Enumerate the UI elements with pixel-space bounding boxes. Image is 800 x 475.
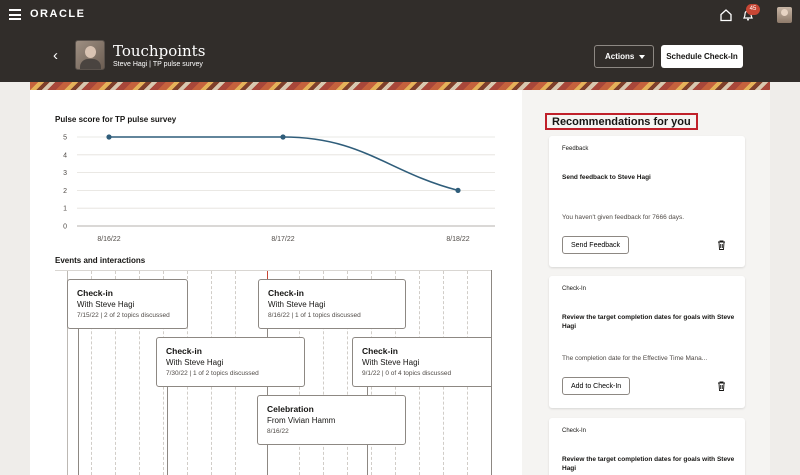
event-with: With Steve Hagi [362, 358, 420, 367]
data-point [106, 134, 112, 140]
page-header: ‹ Touchpoints Steve Hagi | TP pulse surv… [0, 30, 800, 82]
card-description: You haven't given feedback for 7666 days… [562, 214, 685, 221]
user-avatar[interactable] [777, 7, 792, 23]
events-title: Events and interactions [55, 256, 146, 265]
event-type: Check-in [268, 288, 304, 298]
caret-down-icon [639, 55, 645, 59]
y-tick-label: 0 [63, 224, 67, 231]
recommendations-title: Recommendations for you [545, 113, 698, 130]
top-bar: ORACLE 45 [0, 0, 800, 30]
series-line [109, 136, 459, 192]
y-tick-label: 1 [63, 206, 67, 213]
card-heading: Send feedback to Steve Hagi [562, 174, 651, 181]
pulse-score-chart: 0 1 2 3 4 5 8/16/22 8/17/22 8/18/22 [63, 134, 495, 243]
event-with: With Steve Hagi [77, 300, 135, 309]
trash-icon[interactable] [717, 240, 726, 250]
schedule-check-in-button[interactable]: Schedule Check-In [661, 45, 743, 68]
recommendation-card: Check-In Review the target completion da… [549, 276, 745, 408]
event-card[interactable]: Check-in With Steve Hagi 7/15/22 | 2 of … [67, 279, 188, 329]
event-detail: 9/1/22 | 0 of 4 topics discussed [362, 370, 452, 377]
event-with: With Steve Hagi [166, 358, 224, 367]
y-tick-label: 5 [63, 135, 67, 142]
back-chevron-icon[interactable]: ‹ [53, 48, 58, 63]
x-tick-label: 8/18/22 [446, 236, 469, 243]
trash-icon[interactable] [717, 381, 726, 391]
event-type: Celebration [267, 404, 314, 414]
send-feedback-button[interactable]: Send Feedback [562, 236, 630, 254]
decorative-banner [30, 82, 770, 90]
card-description: The completion date for the Effective Ti… [562, 355, 708, 362]
event-card[interactable]: Check-in With Steve Hagi 9/1/22 | 0 of 4… [352, 337, 491, 387]
event-card[interactable]: Check-in With Steve Hagi 8/16/22 | 1 of … [258, 279, 406, 329]
y-tick-label: 3 [63, 170, 67, 177]
actions-button[interactable]: Actions [594, 45, 654, 68]
x-tick-label: 8/16/22 [97, 236, 120, 243]
event-card[interactable]: Celebration From Vivian Hamm 8/16/22 [257, 395, 406, 445]
page-title: Touchpoints [113, 42, 206, 60]
recommendation-card: Check-In Review the target completion da… [549, 418, 745, 475]
event-with: From Vivian Hamm [267, 416, 336, 425]
actions-label: Actions [605, 52, 635, 61]
y-tick-label: 2 [63, 188, 67, 195]
pulse-chart-title: Pulse score for TP pulse survey [55, 115, 177, 124]
x-tick-label: 8/17/22 [271, 236, 294, 243]
notification-badge: 45 [746, 4, 760, 15]
event-detail: 7/15/22 | 2 of 2 topics discussed [77, 312, 170, 319]
home-icon[interactable] [719, 8, 733, 22]
recommendation-card: Feedback Send feedback to Steve Hagi You… [549, 136, 745, 267]
event-detail: 8/16/22 [267, 428, 289, 435]
oracle-logo[interactable]: ORACLE [30, 8, 85, 20]
card-category: Feedback [562, 146, 589, 152]
event-type: Check-in [362, 346, 398, 356]
timeline-edge [491, 270, 492, 475]
event-with: With Steve Hagi [268, 300, 326, 309]
event-detail: 7/30/22 | 1 of 2 topics discussed [166, 370, 259, 377]
menu-icon[interactable] [9, 9, 21, 20]
event-card[interactable]: Check-in With Steve Hagi 7/30/22 | 1 of … [156, 337, 305, 387]
y-tick-label: 4 [63, 152, 67, 159]
event-detail: 8/16/22 | 1 of 1 topics discussed [268, 312, 361, 319]
card-category: Check-In [562, 286, 587, 292]
profile-photo [75, 40, 105, 70]
card-category: Check-In [562, 428, 587, 434]
card-heading: Review the target completion dates for g… [562, 314, 735, 330]
event-type: Check-in [77, 288, 113, 298]
data-point [455, 187, 461, 193]
page-subtitle: Steve Hagi | TP pulse survey [113, 61, 203, 68]
card-heading: Review the target completion dates for g… [562, 456, 735, 472]
data-point [280, 134, 286, 140]
event-type: Check-in [166, 346, 202, 356]
add-to-check-in-button[interactable]: Add to Check-In [562, 377, 631, 395]
